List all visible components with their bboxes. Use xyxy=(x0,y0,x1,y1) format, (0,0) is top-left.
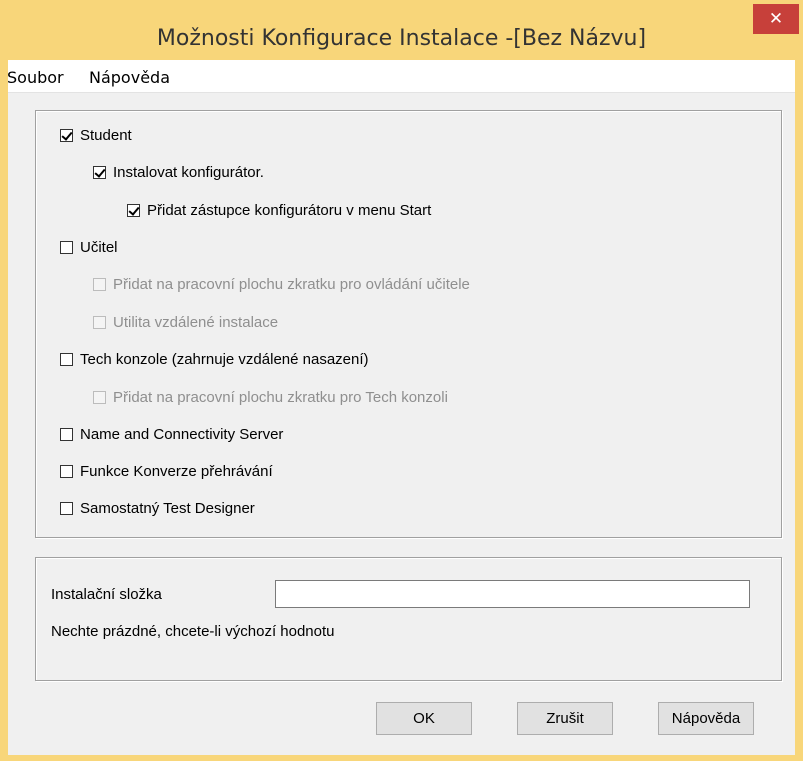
help-button[interactable]: Nápověda xyxy=(658,702,754,735)
teacher-desktop-shortcut-checkbox[interactable] xyxy=(93,278,106,291)
menu-help[interactable]: Nápověda xyxy=(89,68,170,87)
menu-file[interactable]: Soubor xyxy=(7,68,64,87)
playback-conversion-checkbox[interactable] xyxy=(60,465,73,478)
tech-console-shortcut-checkbox[interactable] xyxy=(93,391,106,404)
close-button[interactable]: ✕ xyxy=(753,4,799,34)
install-folder-input[interactable] xyxy=(275,580,750,608)
install-folder-label: Instalační složka xyxy=(51,586,162,603)
start-menu-shortcut-checkbox[interactable] xyxy=(127,204,140,217)
tech-console-checkbox[interactable] xyxy=(60,353,73,366)
student-label: Student xyxy=(80,127,132,144)
menu-bar: Soubor Nápověda xyxy=(7,60,795,93)
title-bar[interactable]: Možnosti Konfigurace Instalace -[Bez Náz… xyxy=(0,0,803,60)
window-title: Možnosti Konfigurace Instalace -[Bez Náz… xyxy=(156,26,647,51)
remote-install-utility-label: Utilita vzdálené instalace xyxy=(113,314,279,331)
start-menu-shortcut-label: Přidat zástupce konfigurátoru v menu Sta… xyxy=(147,202,432,219)
standalone-test-designer-label: Samostatný Test Designer xyxy=(80,500,255,517)
playback-conversion-label: Funkce Konverze přehrávání xyxy=(80,463,273,480)
ok-button[interactable]: OK xyxy=(376,702,472,735)
teacher-label: Učitel xyxy=(80,239,118,256)
remote-install-utility-checkbox[interactable] xyxy=(93,316,106,329)
install-folder-group xyxy=(35,557,782,681)
teacher-desktop-shortcut-label: Přidat na pracovní plochu zkratku pro ov… xyxy=(113,276,470,293)
install-configurator-label: Instalovat konfigurátor. xyxy=(113,164,264,181)
name-connectivity-server-checkbox[interactable] xyxy=(60,428,73,441)
student-checkbox[interactable] xyxy=(60,129,73,142)
close-icon: ✕ xyxy=(768,9,784,29)
config-dialog: Možnosti Konfigurace Instalace -[Bez Náz… xyxy=(0,0,803,761)
tech-console-label: Tech konzole (zahrnuje vzdálené nasazení… xyxy=(80,351,369,368)
tech-console-shortcut-label: Přidat na pracovní plochu zkratku pro Te… xyxy=(113,389,448,406)
name-connectivity-server-label: Name and Connectivity Server xyxy=(80,426,284,443)
install-folder-hint: Nechte prázdné, chcete-li výchozí hodnot… xyxy=(51,623,335,640)
install-configurator-checkbox[interactable] xyxy=(93,166,106,179)
cancel-button[interactable]: Zrušit xyxy=(517,702,613,735)
dialog-client-area: Soubor Nápověda Student Instalovat konfi… xyxy=(7,60,795,755)
standalone-test-designer-checkbox[interactable] xyxy=(60,502,73,515)
teacher-checkbox[interactable] xyxy=(60,241,73,254)
